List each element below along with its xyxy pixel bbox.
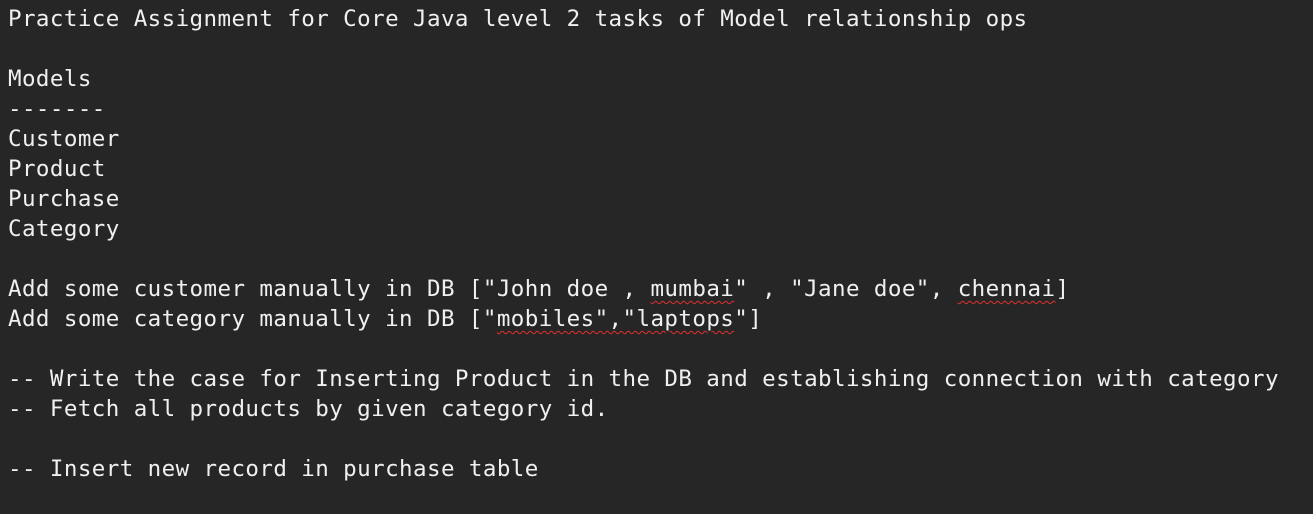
text-line[interactable]: Add some category manually in DB ["mobil… [8,304,1313,334]
line-text: Customer [8,126,120,152]
misspelled-word: mobiles","laptops [496,306,735,332]
line-text: -- Write the case for Inserting Product … [8,366,1279,392]
line-text: Add some customer manually in DB ["John … [8,276,651,302]
blank-line[interactable]: ​ [8,244,1313,274]
misspelled-word: chennai [957,276,1056,302]
line-text: ] [1055,276,1070,302]
line-text: Purchase [8,186,120,212]
blank-line[interactable]: ​ [8,424,1313,454]
text-line[interactable]: Purchase [8,184,1313,214]
text-line[interactable]: Practice Assignment for Core Java level … [8,4,1313,34]
line-text: -- Insert new record in purchase table [8,456,539,482]
line-text: Models [8,66,92,92]
line-text: -- Fetch all products by given category … [8,396,609,422]
line-text: Category [8,216,120,242]
line-text: "] [734,306,763,332]
line-text: Product [8,156,106,182]
text-line[interactable]: Models [8,64,1313,94]
text-editor[interactable]: Practice Assignment for Core Java level … [0,0,1313,514]
line-text: " , "Jane doe", [734,276,958,302]
text-line[interactable]: ------- [8,94,1313,124]
text-line[interactable]: -- Write the case for Inserting Product … [8,364,1313,394]
text-line[interactable]: Category [8,214,1313,244]
line-text: Add some category manually in DB [" [8,306,497,332]
misspelled-word: mumbai [650,276,735,302]
line-text: Practice Assignment for Core Java level … [8,6,1028,32]
text-line[interactable]: Add some customer manually in DB ["John … [8,274,1313,304]
text-line[interactable]: -- Fetch all products by given category … [8,394,1313,424]
text-line[interactable]: Customer [8,124,1313,154]
text-line[interactable]: -- Insert new record in purchase table [8,454,1313,484]
text-line[interactable]: Product [8,154,1313,184]
blank-line[interactable]: ​ [8,334,1313,364]
blank-line[interactable]: ​ [8,34,1313,64]
line-text: ------- [8,96,106,122]
